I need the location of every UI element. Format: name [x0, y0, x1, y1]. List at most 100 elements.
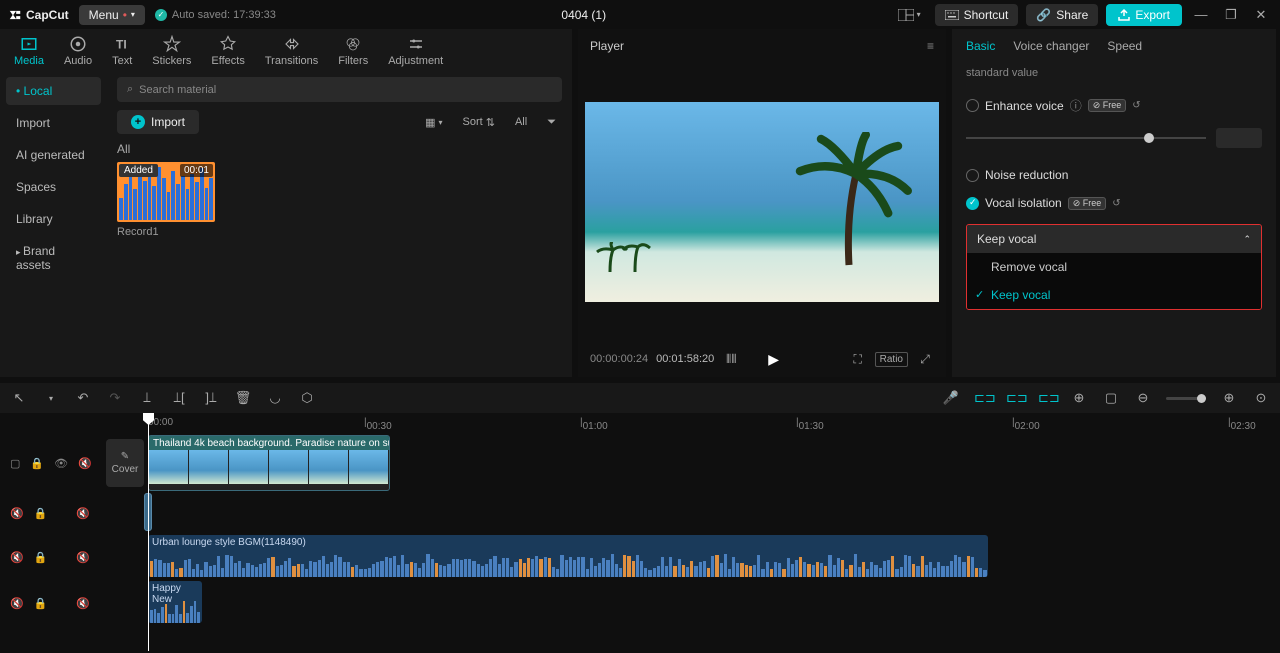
duration-badge: 00:01 — [180, 164, 213, 177]
magnet-button[interactable]: ⊏⊐ — [1006, 390, 1024, 406]
link-button[interactable]: ⊏⊐ — [1038, 390, 1056, 406]
total-time: 00:01:58:20 — [656, 353, 714, 365]
video-clip[interactable]: Thailand 4k beach background. Paradise n… — [148, 435, 390, 491]
sidebar-item-library[interactable]: Library — [6, 205, 101, 233]
audio-clip-bgm[interactable]: Urban lounge style BGM(1148490) — [148, 535, 988, 577]
close-button[interactable]: ✕ — [1250, 7, 1272, 23]
slider-value[interactable] — [1216, 128, 1262, 148]
split-tool[interactable]: ⟘ — [138, 390, 156, 406]
mic-button[interactable]: 🎤 — [942, 390, 960, 406]
clip-label: Urban lounge style BGM(1148490) — [148, 535, 988, 550]
scan-icon[interactable]: ⛶ — [849, 352, 867, 367]
shortcut-button[interactable]: Shortcut — [935, 4, 1019, 26]
marker-tool[interactable]: ◡ — [266, 390, 284, 406]
maximize-button[interactable]: ❐ — [1220, 7, 1242, 23]
transitions-icon — [283, 35, 301, 53]
enhance-voice-checkbox[interactable] — [966, 99, 979, 112]
zoom-out-button[interactable]: ⊖ — [1134, 390, 1152, 406]
sidebar-item-brand[interactable]: Brand assets — [6, 237, 101, 279]
tab-text[interactable]: TIText — [102, 35, 142, 67]
lock-icon[interactable]: 🔒 — [30, 457, 44, 470]
slider-thumb[interactable] — [1144, 133, 1154, 143]
split-left-tool[interactable]: ⟘[ — [170, 390, 188, 406]
cover-button[interactable]: ✎ Cover — [106, 439, 144, 487]
tab-stickers[interactable]: Stickers — [142, 35, 201, 67]
slider-track[interactable] — [966, 137, 1206, 139]
layout-dropdown[interactable]: ▾ — [892, 7, 927, 23]
mute-icon[interactable]: 🔇 — [10, 507, 24, 520]
menu-button[interactable]: Menu• ▾ — [79, 5, 145, 25]
chevron-down-icon[interactable]: ▾ — [42, 394, 60, 403]
tab-adjustment[interactable]: Adjustment — [378, 35, 453, 67]
pointer-tool[interactable]: ↖ — [10, 390, 28, 406]
import-button[interactable]: + Import — [117, 110, 199, 134]
preview-button[interactable]: ⊕ — [1070, 390, 1088, 406]
dropdown-option-keep[interactable]: Keep vocal — [967, 281, 1261, 309]
player-canvas[interactable] — [585, 102, 939, 302]
magnet-main-button[interactable]: ⊏⊐ — [974, 390, 992, 406]
noise-reduction-checkbox[interactable] — [966, 169, 979, 182]
lock-icon[interactable]: 🔒 — [34, 507, 48, 520]
tab-filters[interactable]: Filters — [328, 35, 378, 67]
eye-icon[interactable]: 👁 — [54, 457, 68, 470]
mute-icon[interactable]: 🔇 — [10, 551, 24, 564]
undo-button[interactable]: ↶ — [74, 390, 92, 406]
tab-label: Audio — [64, 55, 92, 67]
playhead[interactable] — [148, 413, 149, 651]
grid-view-button[interactable]: ▦▾ — [419, 113, 448, 132]
tab-effects[interactable]: Effects — [201, 35, 254, 67]
mute-icon[interactable]: 🔇 — [76, 551, 90, 564]
ratio-button[interactable]: Ratio — [875, 352, 908, 367]
mute-icon[interactable]: 🔇 — [76, 597, 90, 610]
search-input[interactable]: ⌕ Search material — [117, 77, 562, 102]
capcut-logo-icon — [8, 8, 22, 22]
tab-basic[interactable]: Basic — [966, 39, 995, 53]
info-icon[interactable]: ⓘ — [1070, 97, 1082, 114]
zoom-slider[interactable] — [1166, 397, 1206, 400]
sidebar-item-spaces[interactable]: Spaces — [6, 173, 101, 201]
redo-button[interactable]: ↷ — [106, 390, 124, 406]
dropdown-option-remove[interactable]: Remove vocal — [967, 253, 1261, 281]
mute-icon[interactable]: 🔇 — [78, 457, 92, 470]
waveform — [148, 599, 202, 623]
fit-button[interactable]: ⊙ — [1252, 390, 1270, 406]
sidebar-item-import[interactable]: Import — [6, 109, 101, 137]
dropdown-header[interactable]: Keep vocal ⌃ — [967, 225, 1261, 253]
play-button[interactable]: ▶ — [748, 351, 799, 368]
export-button[interactable]: Export — [1106, 4, 1182, 26]
tab-transitions[interactable]: Transitions — [255, 35, 328, 67]
tab-speed[interactable]: Speed — [1107, 39, 1142, 53]
tab-voice-changer[interactable]: Voice changer — [1013, 39, 1089, 53]
split-right-tool[interactable]: ]⟘ — [202, 390, 220, 406]
flag-tool[interactable]: ⬡ — [298, 390, 316, 406]
tab-audio[interactable]: Audio — [54, 35, 102, 67]
timeline-ruler[interactable]: 00:00 |00:30 |01:00 |01:30 |02:00 |02:30 — [100, 413, 1280, 435]
reset-icon[interactable]: ↺ — [1132, 100, 1140, 111]
mute-icon[interactable]: 🔇 — [10, 597, 24, 610]
minimize-button[interactable]: — — [1190, 7, 1212, 22]
compare-icon[interactable]: ⦀⦀ — [722, 352, 740, 367]
reset-icon[interactable]: ↺ — [1112, 198, 1120, 209]
lock-icon[interactable]: 🔒 — [34, 597, 48, 610]
vocal-isolation-checkbox[interactable] — [966, 197, 979, 210]
snap-button[interactable]: ▢ — [1102, 390, 1120, 406]
player-menu-icon[interactable]: ≡ — [927, 39, 934, 53]
sidebar-item-local[interactable]: • Local — [6, 77, 101, 105]
enhance-voice-slider[interactable] — [966, 128, 1262, 148]
filter-all-button[interactable]: All — [509, 113, 533, 131]
lock-icon[interactable]: 🔒 — [34, 551, 48, 564]
audio-clip-happy[interactable]: Happy New — [148, 581, 202, 623]
tab-media[interactable]: Media — [4, 35, 54, 67]
delete-tool[interactable]: 🗑 — [234, 390, 252, 406]
share-button[interactable]: 🔗 Share — [1026, 4, 1098, 26]
fullscreen-icon[interactable]: ⤢ — [916, 352, 934, 367]
collapse-icon[interactable]: ▢ — [10, 457, 20, 470]
zoom-in-button[interactable]: ⊕ — [1220, 390, 1238, 406]
sort-button[interactable]: Sort ⇅ — [457, 113, 501, 132]
media-thumbnail[interactable]: Added 00:01 Record1 — [117, 162, 215, 238]
track-head: 🔇 🔒 🔇 — [0, 581, 100, 625]
sidebar-item-ai[interactable]: AI generated — [6, 141, 101, 169]
mute-icon[interactable]: 🔇 — [76, 507, 90, 520]
filter-button[interactable]: ⏷ — [541, 113, 562, 132]
sidebar-label: Local — [24, 84, 53, 98]
